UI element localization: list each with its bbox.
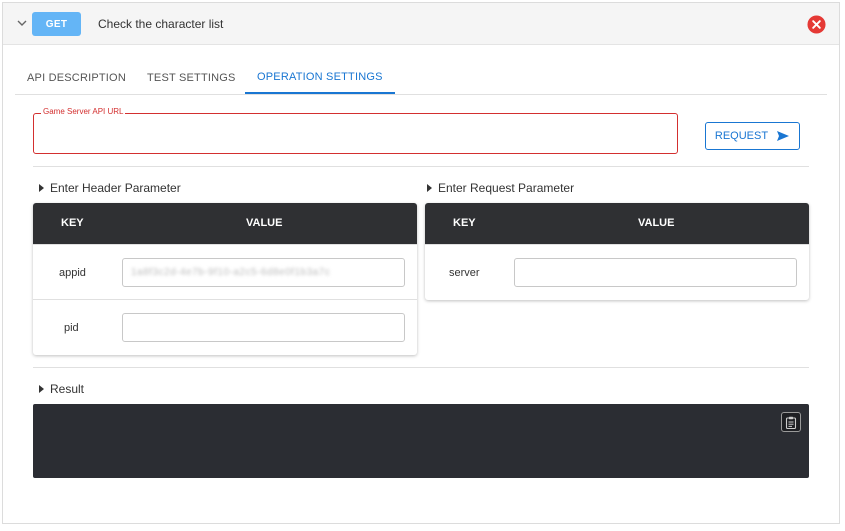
col-key: KEY bbox=[453, 217, 476, 229]
api-title: Check the character list bbox=[98, 17, 224, 31]
panel-header[interactable]: GET Check the character list bbox=[3, 3, 839, 45]
result-title: Result bbox=[50, 382, 85, 396]
send-icon bbox=[777, 131, 790, 141]
result-toggle[interactable]: Result bbox=[39, 382, 84, 396]
clipboard-icon bbox=[785, 416, 797, 429]
caret-right-icon bbox=[39, 385, 44, 393]
col-key: KEY bbox=[61, 217, 84, 229]
server-input[interactable] bbox=[514, 258, 797, 287]
tab-test-settings[interactable]: TEST SETTINGS bbox=[135, 61, 248, 94]
table-header: KEY VALUE bbox=[425, 203, 809, 244]
header-params-title: Enter Header Parameter bbox=[50, 181, 181, 195]
url-field-label: Game Server API URL bbox=[41, 107, 126, 116]
col-value: VALUE bbox=[638, 217, 675, 229]
caret-right-icon bbox=[39, 184, 44, 192]
request-params-toggle[interactable]: Enter Request Parameter bbox=[427, 181, 574, 195]
appid-value: 1a8f3c2d-4e7b-9f10-a2c5-6d8e0f1b3a7c bbox=[131, 267, 331, 278]
table-row: server bbox=[425, 244, 809, 299]
pid-input[interactable] bbox=[122, 313, 405, 342]
request-button[interactable]: REQUEST bbox=[705, 122, 800, 150]
tab-operation-settings[interactable]: OPERATION SETTINGS bbox=[245, 61, 395, 94]
table-row: appid 1a8f3c2d-4e7b-9f10-a2c5-6d8e0f1b3a… bbox=[33, 244, 417, 299]
tab-api-description[interactable]: API DESCRIPTION bbox=[15, 61, 138, 94]
tab-bar: API DESCRIPTION TEST SETTINGS OPERATION … bbox=[15, 61, 827, 95]
table-header: KEY VALUE bbox=[33, 203, 417, 244]
close-icon[interactable] bbox=[807, 15, 826, 34]
row-key-server: server bbox=[449, 267, 480, 279]
method-badge: GET bbox=[32, 12, 81, 36]
api-test-panel: GET Check the character list API DESCRIP… bbox=[2, 2, 840, 524]
game-server-url-input[interactable] bbox=[33, 113, 678, 154]
table-row: pid bbox=[33, 299, 417, 354]
row-key-appid: appid bbox=[59, 267, 86, 279]
header-params-table: KEY VALUE appid 1a8f3c2d-4e7b-9f10-a2c5-… bbox=[33, 203, 417, 355]
appid-input[interactable]: 1a8f3c2d-4e7b-9f10-a2c5-6d8e0f1b3a7c bbox=[122, 258, 405, 287]
divider bbox=[33, 166, 809, 167]
result-output bbox=[33, 404, 809, 478]
caret-right-icon bbox=[427, 184, 432, 192]
request-params-table: KEY VALUE server bbox=[425, 203, 809, 300]
row-key-pid: pid bbox=[64, 322, 79, 334]
divider bbox=[33, 367, 809, 368]
request-button-label: REQUEST bbox=[714, 130, 769, 142]
header-params-toggle[interactable]: Enter Header Parameter bbox=[39, 181, 181, 195]
copy-button[interactable] bbox=[781, 412, 801, 432]
chevron-down-icon[interactable] bbox=[15, 16, 29, 30]
col-value: VALUE bbox=[246, 217, 283, 229]
request-params-title: Enter Request Parameter bbox=[438, 181, 575, 195]
